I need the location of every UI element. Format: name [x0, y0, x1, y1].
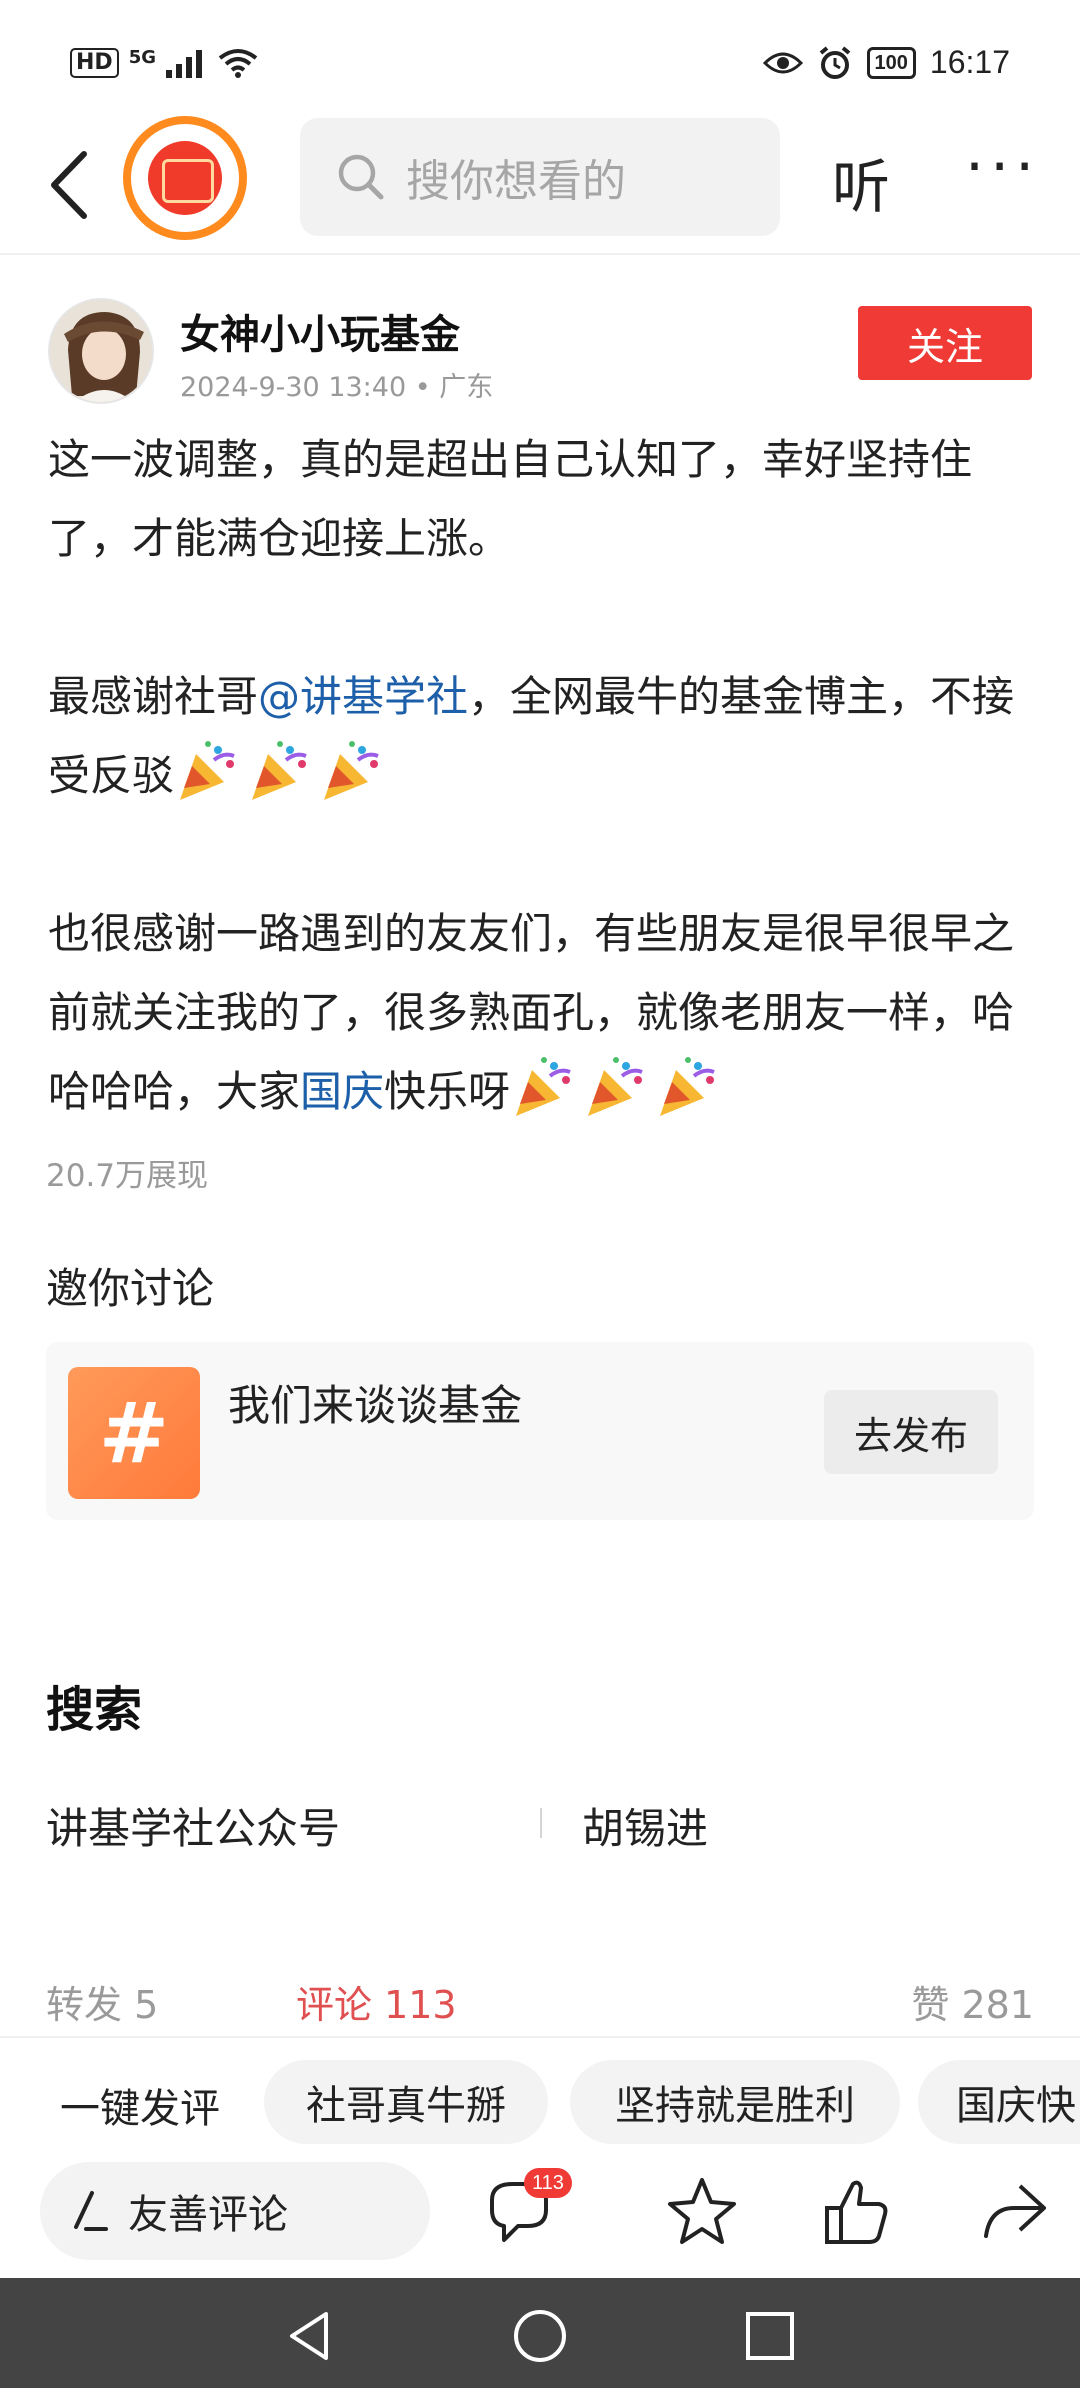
wifi-icon [218, 49, 258, 78]
para2-prefix: 最感谢社哥 [48, 672, 259, 721]
status-left: HD 5G [70, 48, 258, 78]
author-name[interactable]: 女神小小玩基金 [180, 302, 460, 360]
share-icon [984, 2184, 1046, 2238]
topic-card[interactable]: # 我们来谈谈基金 去发布 [46, 1342, 1034, 1520]
nav-home-icon[interactable] [510, 2306, 570, 2366]
party-popper-icon [246, 738, 312, 804]
red-packet-button[interactable] [123, 116, 247, 240]
search-section-title: 搜索 [46, 1682, 143, 1738]
party-popper-icon [510, 1054, 576, 1120]
top-nav: 搜你想看的 听 ··· [0, 110, 1080, 255]
nav-back-icon[interactable] [280, 2308, 340, 2364]
pen-icon [74, 2191, 108, 2231]
alarm-icon [819, 45, 850, 79]
post-meta: 2024-9-30 13:40 • 广东 [180, 372, 494, 403]
view-count: 20.7万展现 [46, 1158, 209, 1194]
comment-badge: 113 [524, 2168, 572, 2198]
quick-comment-chip[interactable]: 国庆快 [918, 2060, 1080, 2144]
network-indicator: 5G [128, 47, 156, 68]
publish-button[interactable]: 去发布 [824, 1390, 998, 1474]
thumbs-up-icon [825, 2180, 888, 2244]
follow-button[interactable]: 关注 [858, 306, 1032, 380]
search-input[interactable]: 搜你想看的 [300, 118, 780, 236]
quick-comment-chip[interactable]: 坚持就是胜利 [570, 2060, 900, 2144]
system-nav-bar [0, 2278, 1080, 2388]
share-button[interactable] [972, 2170, 1056, 2254]
post-paragraph-2: 最感谢社哥@讲基学社，全网最牛的基金博主，不接受反驳 [48, 657, 1038, 815]
red-packet-icon [148, 141, 222, 215]
repost-count[interactable]: 转发 5 [46, 1974, 158, 2029]
mention-link[interactable]: @讲基学社 [258, 672, 468, 721]
listen-button[interactable]: 听 [832, 140, 890, 224]
avatar[interactable] [48, 298, 154, 404]
quick-comment-label: 一键发评 [60, 2086, 220, 2132]
party-popper-icon [318, 738, 384, 804]
party-popper-icon [174, 738, 240, 804]
post-paragraph-1: 这一波调整，真的是超出自己认知了，幸好坚持住了，才能满仓迎接上涨。 [48, 435, 973, 563]
search-suggestion[interactable]: 讲基学社公众号 [46, 1795, 340, 1856]
post-content: 这一波调整，真的是超出自己认知了，幸好坚持住了，才能满仓迎接上涨。 最感谢社哥@… [48, 420, 1038, 1131]
search-icon [338, 154, 384, 200]
stats-bar: 转发 5 评论 113 赞 281 [0, 1960, 1080, 2038]
party-popper-icon [654, 1054, 720, 1120]
status-right: 100 16:17 [762, 44, 1010, 81]
favorite-button[interactable] [660, 2170, 744, 2254]
hashtag-link[interactable]: 国庆 [300, 1067, 384, 1116]
search-suggestion[interactable]: 胡锡进 [582, 1795, 708, 1856]
eye-icon [762, 52, 803, 73]
comment-placeholder: 友善评论 [128, 2192, 288, 2238]
hashtag-icon: # [68, 1367, 200, 1499]
more-button[interactable]: ··· [965, 132, 1040, 202]
post-paragraph-3: 也很感谢一路遇到的友友们，有些朋友是很早很早之前就关注我的了，很多熟面孔，就像老… [48, 894, 1038, 1131]
divider [540, 1808, 542, 1838]
star-icon [668, 2178, 736, 2244]
quick-comment-row: 一键发评 社哥真牛掰 坚持就是胜利 国庆快 [0, 2060, 1080, 2146]
comment-count-tab[interactable]: 评论 113 [296, 1974, 457, 2029]
hd-indicator: HD [70, 48, 119, 78]
search-placeholder: 搜你想看的 [406, 156, 626, 207]
comment-input[interactable]: 友善评论 [40, 2162, 430, 2260]
back-icon [51, 151, 87, 219]
like-button[interactable] [815, 2170, 899, 2254]
para3-suffix: 快乐呀 [384, 1067, 511, 1116]
like-count[interactable]: 赞 281 [911, 1974, 1034, 2029]
party-popper-icon [582, 1054, 648, 1120]
topic-title: 我们来谈谈基金 [228, 1381, 523, 1430]
invite-title: 邀你讨论 [46, 1264, 215, 1313]
battery-indicator: 100 [866, 46, 916, 79]
clock: 16:17 [929, 44, 1010, 80]
back-button[interactable] [40, 140, 110, 230]
nav-recents-icon[interactable] [742, 2308, 798, 2364]
avatar-image [50, 300, 152, 402]
signal-icon [166, 50, 202, 78]
quick-comment-chip[interactable]: 社哥真牛掰 [264, 2060, 548, 2144]
